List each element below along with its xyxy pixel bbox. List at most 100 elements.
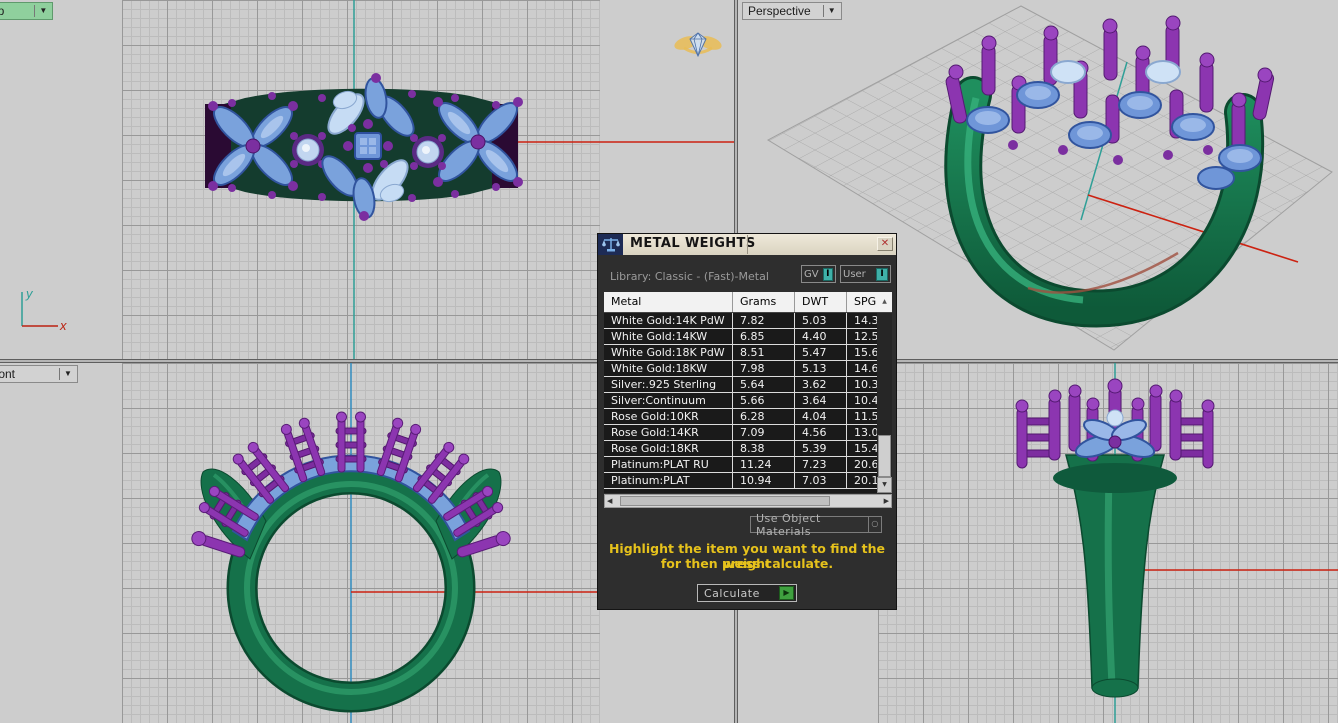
table-row[interactable]: White Gold:14K PdW7.825.03 14.37 — [604, 313, 877, 329]
cell-spg: 13.03 — [854, 426, 877, 439]
cell-metal: White Gold:18K PdW — [604, 345, 733, 360]
table-body: White Gold:14K PdW7.825.0314.37White Gol… — [604, 313, 877, 489]
cell-metal: White Gold:18KW — [604, 361, 733, 376]
table-header: Metal Grams DWT SPG ▲ — [604, 292, 892, 313]
gv-button-label: GV — [804, 268, 819, 280]
chevron-down-icon: ▼ — [39, 6, 48, 15]
close-icon: ✕ — [880, 238, 890, 249]
cell-dwt: 5.03 — [795, 313, 847, 328]
cell-dwt: 5.13 — [795, 361, 847, 376]
scroll-right-button[interactable]: ▶ — [884, 495, 889, 507]
cell-grams: 11.24 — [733, 457, 795, 472]
cell-grams: 5.66 — [733, 393, 795, 408]
axis-indicator-top: y x — [21, 286, 67, 333]
calculate-button[interactable]: Calculate ▶ — [697, 584, 797, 602]
cell-dwt: 4.40 — [795, 329, 847, 344]
table-row[interactable]: White Gold:18KW7.985.13 14.66 — [604, 361, 877, 377]
chevron-down-icon: ▼ — [64, 369, 72, 378]
viewport-label-text: Perspective — [748, 4, 811, 18]
scroll-down-button[interactable]: ▼ — [877, 477, 892, 493]
metal-weights-table: Metal Grams DWT SPG ▲ White Gold:14K PdW… — [604, 292, 892, 493]
cell-spg: 14.37 — [854, 314, 877, 327]
metal-weights-dialog: METAL WEIGHTS ✕ Library: Classic - (Fast… — [597, 233, 897, 610]
cell-grams: 8.38 — [733, 441, 795, 456]
user-indicator: I — [876, 267, 888, 281]
user-button[interactable]: User I — [840, 265, 891, 283]
cell-dwt: 5.47 — [795, 345, 847, 360]
vertical-scrollbar[interactable]: ▼ — [877, 313, 892, 493]
cell-spg: 11.54 — [854, 410, 877, 423]
cell-dwt: 3.62 — [795, 377, 847, 392]
scale-icon — [598, 234, 623, 255]
scroll-up-button[interactable]: ▲ — [877, 292, 892, 312]
table-row[interactable]: Rose Gold:14KR7.094.56 13.03 — [604, 425, 877, 441]
cell-spg: 14.66 — [854, 362, 877, 375]
table-row[interactable]: White Gold:18K PdW8.515.47 15.63 — [604, 345, 877, 361]
instruction-text-line2: for then press calculate. — [660, 556, 834, 571]
cell-dwt: 7.23 — [795, 457, 847, 472]
gem-indicator-icon[interactable] — [674, 26, 722, 62]
cell-grams: 10.94 — [733, 473, 795, 488]
table-row[interactable]: Platinum:PLAT RU11.247.23 20.66 — [604, 457, 877, 473]
cell-dwt: 3.64 — [795, 393, 847, 408]
table-row[interactable]: Platinum:PLAT10.947.03 20.10 — [604, 473, 877, 489]
vertical-scroll-thumb[interactable] — [878, 435, 891, 477]
viewport-label-top[interactable]: Top ▼ — [0, 2, 54, 20]
cell-spg: 20.10 — [854, 474, 877, 487]
cell-metal: White Gold:14KW — [604, 329, 733, 344]
construction-grid — [122, 0, 600, 359]
column-header-grams: Grams — [733, 292, 795, 312]
cell-metal: Platinum:PLAT — [604, 473, 733, 488]
table-row[interactable]: White Gold:14KW6.854.40 12.59 — [604, 329, 877, 345]
cell-spg: 12.59 — [854, 330, 877, 343]
cell-dwt: 4.56 — [795, 425, 847, 440]
horizontal-scroll-thumb[interactable] — [620, 496, 830, 506]
table-row[interactable]: Rose Gold:18KR8.385.39 15.41 — [604, 441, 877, 457]
cell-grams: 6.28 — [733, 409, 795, 424]
cell-spg: 15.41 — [854, 442, 877, 455]
column-header-metal: Metal — [604, 292, 733, 312]
cell-grams: 7.82 — [733, 313, 795, 328]
chevron-down-icon: ▼ — [827, 6, 836, 15]
viewport-label-perspective[interactable]: Perspective ▼ — [742, 2, 842, 20]
table-row[interactable]: Silver:.925 Sterling5.643.62 10.36 — [604, 377, 877, 393]
horizontal-scrollbar[interactable]: ◀ ▶ — [604, 494, 892, 508]
column-header-spg: SPG — [854, 295, 877, 308]
cell-metal: White Gold:14K PdW — [604, 313, 733, 328]
play-icon: ▶ — [779, 586, 794, 600]
svg-text:y: y — [25, 286, 34, 301]
cell-spg: 15.63 — [854, 346, 877, 359]
cell-grams: 5.64 — [733, 377, 795, 392]
cell-spg: 10.40 — [854, 394, 877, 407]
dropdown-button-icon[interactable]: ○ — [868, 517, 881, 532]
gv-indicator: I — [822, 267, 833, 281]
library-label: Library: Classic - (Fast)-Metal — [610, 270, 769, 283]
titlebar-separator — [747, 235, 748, 254]
viewport-label-front[interactable]: Front ▼ — [0, 365, 78, 383]
cell-metal: Silver:Continuum — [604, 393, 733, 408]
cell-grams: 6.85 — [733, 329, 795, 344]
dropdown-selected-value: Use Object Materials — [756, 511, 821, 538]
gv-button[interactable]: GV I — [801, 265, 836, 283]
dialog-title: METAL WEIGHTS — [630, 236, 756, 251]
table-row[interactable]: Rose Gold:10KR6.284.04 11.54 — [604, 409, 877, 425]
close-button[interactable]: ✕ — [877, 237, 893, 251]
viewport-label-text: Top — [0, 4, 5, 18]
construction-grid — [878, 363, 1338, 723]
table-row[interactable]: Silver:Continuum5.663.64 10.40 — [604, 393, 877, 409]
construction-grid — [122, 363, 600, 723]
cell-grams: 8.51 — [733, 345, 795, 360]
cell-metal: Platinum:PLAT RU — [604, 457, 733, 472]
cell-grams: 7.98 — [733, 361, 795, 376]
cell-grams: 7.09 — [733, 425, 795, 440]
cell-dwt: 7.03 — [795, 473, 847, 488]
viewport-label-text: Front — [0, 367, 16, 381]
scroll-left-button[interactable]: ◀ — [607, 495, 612, 507]
dialog-titlebar[interactable]: METAL WEIGHTS ✕ — [598, 234, 896, 255]
use-object-materials-dropdown[interactable]: Use Object Materials ○ — [750, 512, 882, 538]
cell-metal: Rose Gold:18KR — [604, 441, 733, 456]
cell-spg: 10.36 — [854, 378, 877, 391]
cell-metal: Rose Gold:14KR — [604, 425, 733, 440]
column-header-dwt: DWT — [795, 292, 847, 312]
cell-metal: Rose Gold:10KR — [604, 409, 733, 424]
